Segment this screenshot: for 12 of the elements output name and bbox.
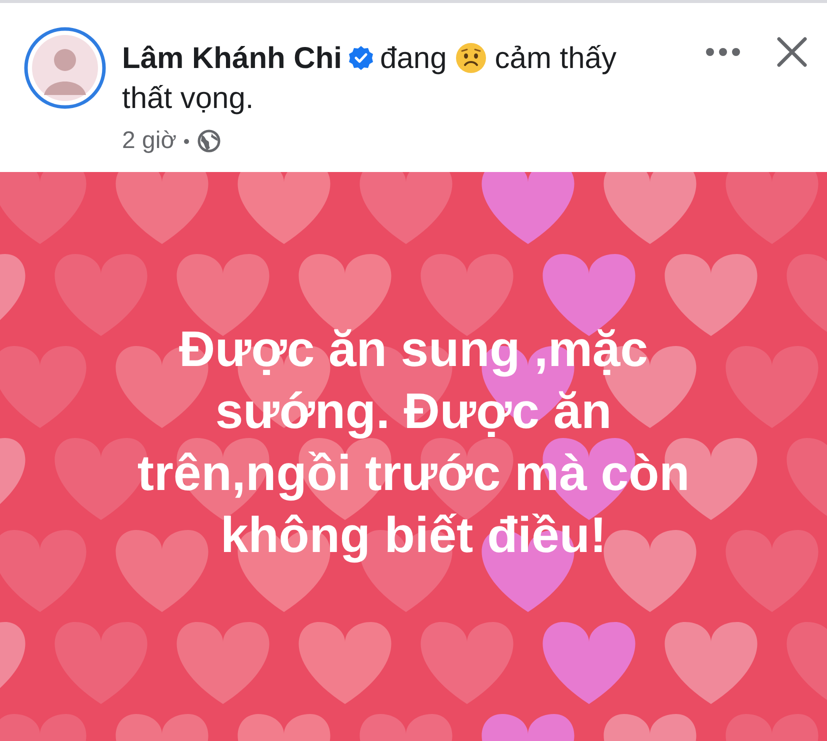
activity-text: đang bbox=[380, 42, 447, 75]
more-options-icon[interactable] bbox=[705, 47, 741, 57]
feeling-text: thất vọng. bbox=[122, 81, 254, 117]
separator-dot-icon bbox=[184, 138, 190, 144]
status-text-line: Được ăn sung ,mặc bbox=[178, 320, 648, 379]
close-icon[interactable] bbox=[777, 37, 807, 67]
author-name[interactable]: Lâm Khánh Chi bbox=[122, 42, 342, 75]
sad-face-icon bbox=[454, 42, 487, 74]
globe-icon bbox=[197, 129, 222, 153]
feeling-text: cảm thấy bbox=[494, 42, 616, 75]
post-time[interactable]: 2 giờ bbox=[122, 123, 176, 159]
avatar[interactable] bbox=[24, 27, 106, 109]
